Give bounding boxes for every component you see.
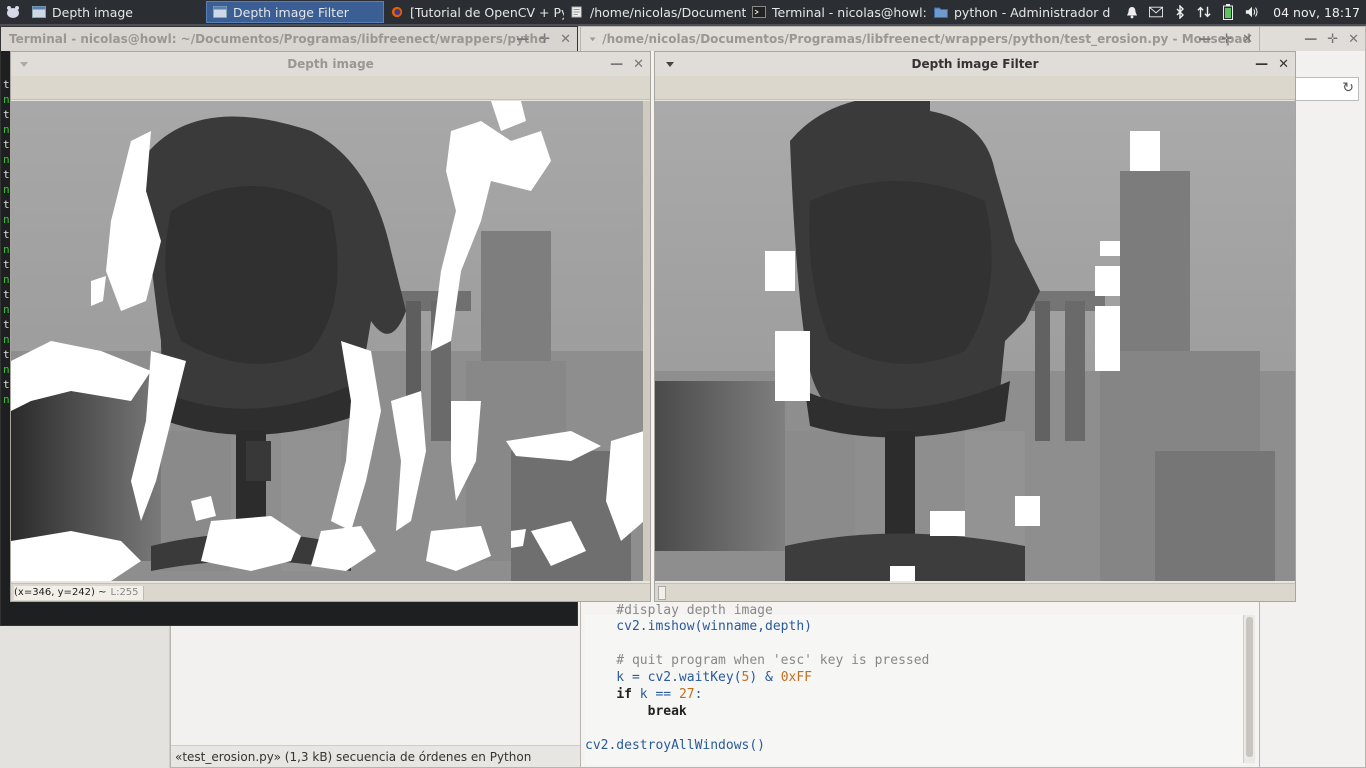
mousepad-titlebar[interactable]: /home/nicolas/Documentos/Programas/libfr… [581, 27, 1259, 51]
depth-image-window: Depth image — ✕ (x=346, y=242) ~ L:255 [10, 51, 651, 602]
maximize-icon[interactable]: ✛ [1327, 32, 1338, 47]
depth-image-raw [11, 101, 644, 581]
code-token: ) & [749, 670, 781, 685]
task-label: /home/nicolas/Document... [590, 4, 746, 20]
window-title: Depth image Filter [911, 57, 1039, 71]
depth-image-filter-titlebar[interactable]: Depth image Filter — ✕ [655, 52, 1295, 76]
close-icon[interactable]: ✕ [1278, 57, 1289, 72]
task-label: Depth image Filter [233, 4, 349, 20]
maximize-icon[interactable]: ✛ [1221, 32, 1232, 47]
close-icon[interactable]: ✕ [1348, 32, 1359, 47]
depth-image-canvas[interactable] [11, 101, 644, 581]
code-line: if k == 27: [585, 687, 702, 702]
minimize-icon[interactable]: — [1255, 57, 1268, 72]
scrollbar-thumb[interactable] [1246, 617, 1253, 757]
folder-icon [934, 7, 948, 18]
pixel-value: L:255 [110, 587, 139, 598]
depth-image-filter-canvas[interactable] [655, 101, 1295, 581]
depth-image-eroded [655, 101, 1295, 581]
app-menu-button[interactable] [0, 0, 26, 24]
task-label: Terminal - nicolas@howl: ... [772, 4, 928, 20]
clock[interactable]: 04 nov, 18:17 [1273, 5, 1360, 20]
close-icon[interactable]: ✕ [1242, 32, 1253, 47]
maximize-icon[interactable]: ✛ [539, 32, 550, 47]
depth-image-toolbar [11, 76, 650, 100]
task-file-manager[interactable]: python - Administrador d... [928, 1, 1110, 23]
battery-icon[interactable] [1221, 4, 1235, 20]
depth-image-statusbar: (x=346, y=242) ~ L:255 [11, 583, 650, 601]
minimize-icon[interactable]: — [1304, 32, 1317, 47]
code-token: if [616, 687, 632, 702]
minimize-icon[interactable]: — [516, 32, 529, 47]
depth-image-titlebar[interactable]: Depth image — ✕ [11, 52, 650, 76]
mail-icon[interactable] [1149, 5, 1164, 19]
top-panel: Depth image Depth image Filter [Tutorial… [0, 0, 1366, 24]
task-mousepad[interactable]: /home/nicolas/Document... [564, 1, 746, 23]
cursor-coords: (x=346, y=242) ~ [14, 587, 107, 598]
code-token: break [647, 704, 687, 719]
task-label: python - Administrador d... [954, 4, 1110, 20]
status-handle [658, 585, 666, 600]
terminal-icon [752, 6, 766, 18]
text-editor-icon [571, 6, 582, 18]
xfce-mouse-icon [7, 6, 19, 18]
status-text: «test_erosion.py» (1,3 kB) secuencia de … [175, 749, 532, 764]
location-bar[interactable]: ↻ [1289, 77, 1359, 101]
system-tray: 04 nov, 18:17 [1125, 0, 1366, 24]
code-line: #display depth image [585, 603, 773, 618]
minimize-icon[interactable]: — [1198, 32, 1211, 47]
close-icon[interactable]: ✕ [633, 57, 644, 72]
network-icon[interactable] [1197, 5, 1211, 19]
reload-icon[interactable]: ↻ [1342, 80, 1354, 96]
filter-toolbar [655, 76, 1295, 100]
code-editor[interactable]: #display depth image cv2.imshow(winname,… [585, 603, 1245, 765]
code-token: k = cv2.waitKey( [585, 670, 742, 685]
bell-icon[interactable] [1125, 5, 1139, 19]
code-token: : [694, 687, 703, 702]
firefox-icon [391, 6, 403, 18]
depth-image-scrollbar[interactable] [643, 101, 650, 581]
close-icon[interactable]: ✕ [560, 32, 571, 47]
window-menu-icon[interactable] [19, 60, 29, 68]
bluetooth-icon[interactable] [1173, 5, 1187, 19]
task-depth-image[interactable]: Depth image [26, 1, 206, 23]
code-line: k = cv2.waitKey(5) & 0xFF [585, 670, 812, 685]
code-line: break [585, 704, 687, 719]
code-line: # quit program when 'esc' key is pressed [585, 653, 930, 668]
task-firefox[interactable]: [Tutorial de OpenCV + Pyt... [384, 1, 564, 23]
minimize-icon[interactable]: — [610, 57, 623, 72]
terminal-title: Terminal - nicolas@howl: ~/Documentos/Pr… [9, 32, 547, 46]
depth-image-filter-window: Depth image Filter — ✕ [654, 51, 1296, 602]
pixel-info: (x=346, y=242) ~ L:255 [14, 585, 144, 600]
volume-icon[interactable] [1245, 5, 1259, 19]
window-icon [32, 6, 46, 18]
terminal-titlebar[interactable]: Terminal - nicolas@howl: ~/Documentos/Pr… [1, 27, 577, 51]
editor-scrollbar[interactable] [1243, 615, 1255, 763]
code-token: k == [631, 687, 679, 702]
task-label: Depth image [52, 4, 133, 20]
window-icon [213, 6, 227, 18]
code-token: 0xFF [780, 670, 812, 685]
window-title: Depth image [287, 57, 374, 71]
window-menu-icon[interactable] [665, 60, 675, 68]
mousepad-title: /home/nicolas/Documentos/Programas/libfr… [602, 32, 1251, 46]
file-manager-status: «test_erosion.py» (1,3 kB) secuencia de … [171, 745, 583, 767]
task-depth-image-filter[interactable]: Depth image Filter [206, 1, 384, 23]
code-line: cv2.imshow(winname,depth) [585, 619, 812, 634]
code-token: 27 [678, 687, 695, 702]
task-terminal[interactable]: Terminal - nicolas@howl: ... [746, 1, 928, 23]
filter-statusbar [655, 583, 1295, 601]
window-menu-icon[interactable] [589, 35, 596, 43]
task-label: [Tutorial de OpenCV + Pyt... [410, 4, 564, 20]
code-line: cv2.destroyAllWindows() [585, 738, 766, 753]
